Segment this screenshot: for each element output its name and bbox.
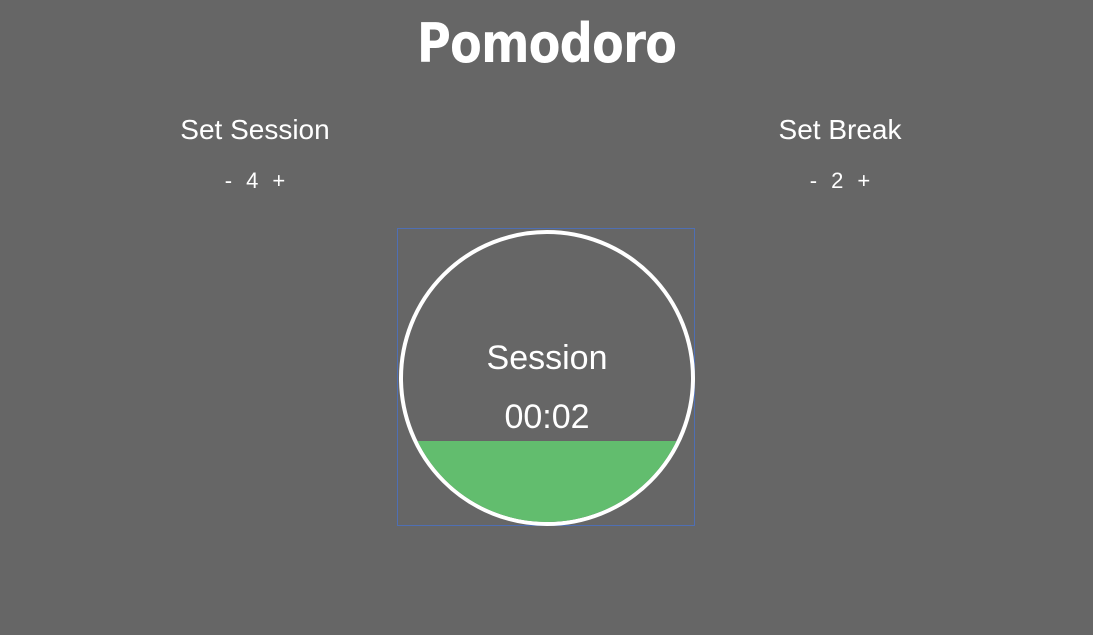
session-length-value: 4 bbox=[246, 168, 259, 193]
session-controls: - 4 + bbox=[105, 168, 405, 194]
break-controls: - 2 + bbox=[690, 168, 990, 194]
break-increment-button[interactable]: + bbox=[855, 168, 872, 194]
session-decrement-button[interactable]: - bbox=[223, 168, 234, 194]
break-decrement-button[interactable]: - bbox=[808, 168, 819, 194]
app-title: Pomodoro bbox=[416, 12, 677, 75]
break-setter-label: Set Break bbox=[778, 114, 902, 145]
break-length-value: 2 bbox=[831, 168, 844, 193]
timer-mode-label: Session bbox=[486, 339, 608, 377]
progress-fill bbox=[403, 441, 691, 522]
session-setter-label: Set Session bbox=[180, 114, 330, 145]
session-setter: Set Session - 4 + bbox=[105, 114, 405, 194]
timer-time-display: 00:02 bbox=[504, 398, 590, 436]
session-increment-button[interactable]: + bbox=[270, 168, 287, 194]
break-setter: Set Break - 2 + bbox=[690, 114, 990, 194]
timer-circle: Session 00:02 bbox=[399, 230, 695, 526]
timer-button[interactable]: Session 00:02 bbox=[397, 228, 695, 526]
